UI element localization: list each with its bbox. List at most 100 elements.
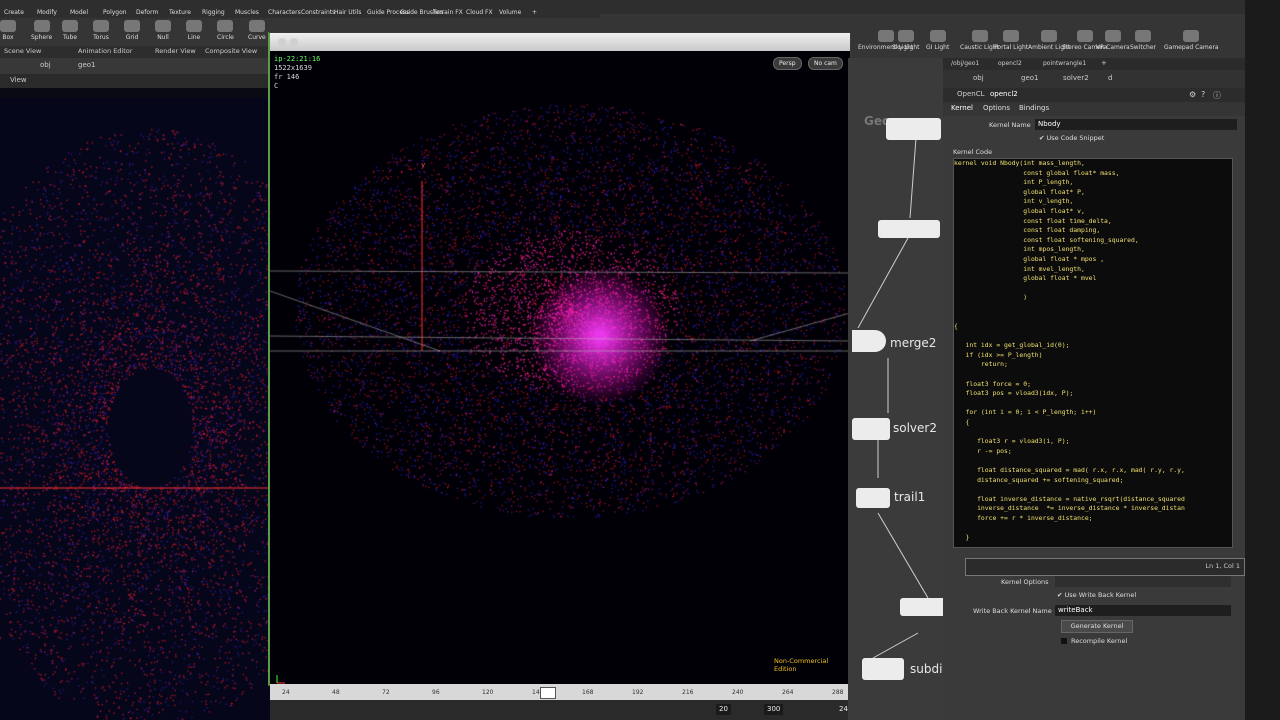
start-frame-field[interactable]: 20 [716, 704, 731, 715]
timeline-tick-label: 120 [482, 689, 494, 696]
shelf-tab-left-13[interactable]: Terrain FX [433, 9, 463, 16]
shelf-tool-right-1[interactable]: Sky Light [892, 30, 920, 51]
timeline-cursor[interactable] [540, 687, 556, 699]
node-name-field[interactable]: opencl2 [990, 90, 1018, 98]
shelf-tab-left-8[interactable]: Characters [268, 9, 301, 16]
tab-bindings[interactable]: Bindings [1019, 104, 1049, 112]
shelf-tool-left-6[interactable]: Line [186, 20, 202, 41]
tab-composite-view[interactable]: Composite View [205, 47, 257, 55]
kernel-name-field[interactable]: Nbody [1035, 119, 1237, 130]
floating-viewport-window: ip-22:21:16 1522x1639 fr 146 C Persp No … [268, 32, 851, 686]
main-particle-viewport[interactable] [270, 51, 850, 685]
tab-kernel[interactable]: Kernel [951, 104, 973, 112]
shelf-tool-right-icon [1135, 30, 1151, 42]
path-geo1[interactable]: geo1 [1021, 74, 1039, 82]
use-write-back-label: Use Write Back Kernel [1064, 591, 1137, 599]
shelf-tab-left-9[interactable]: Constraints [301, 9, 335, 16]
node-box-2[interactable] [878, 220, 940, 238]
left-particle-viewport[interactable] [0, 98, 270, 720]
shelf-tool-left-5[interactable]: Null [155, 20, 171, 41]
view-label: View [10, 76, 27, 84]
path-solver2[interactable]: solver2 [1063, 74, 1089, 82]
tab-animation-editor[interactable]: Animation Editor [78, 47, 132, 55]
shelf-tab-left-10[interactable]: Hair Utils [334, 9, 361, 16]
shelf-tool-left-icon [248, 20, 265, 32]
network-editor[interactable]: Geo merge2 solver2 trail1 subdivid [848, 58, 943, 720]
param-tab-opencl2[interactable]: opencl2 [998, 60, 1022, 67]
shelf-tab-left-7[interactable]: Muscles [235, 9, 259, 16]
shelf-tab-left-5[interactable]: Texture [169, 9, 191, 16]
node-box-6[interactable] [900, 598, 943, 616]
tab-options[interactable]: Options [983, 104, 1010, 112]
shelf-tool-left-8[interactable]: Curve [248, 20, 266, 41]
shelf-tool-right-9[interactable]: Gamepad Camera [1164, 30, 1219, 51]
shelf-tab-left-1[interactable]: Modify [37, 9, 57, 16]
shelf-tab-left-2[interactable]: Model [70, 9, 88, 16]
node-solver2[interactable] [852, 418, 890, 440]
write-back-name-field[interactable]: writeBack [1055, 605, 1231, 616]
recompile-kernel-label: Recompile Kernel [1071, 637, 1128, 645]
node-merge2[interactable] [852, 330, 886, 352]
shelf-tab-left-14[interactable]: Cloud FX [466, 9, 493, 16]
hud-extra: C [274, 82, 279, 90]
shelf-tool-left-4[interactable]: Grid [124, 20, 140, 41]
non-commercial-watermark: Non-Commercial Edition [774, 657, 829, 673]
shelf-tab-left-15[interactable]: Volume [499, 9, 521, 16]
tab-scene-view[interactable]: Scene View [4, 47, 41, 55]
persp-menu-button[interactable]: Persp [773, 57, 802, 70]
gear-icon[interactable]: ⚙ [1189, 90, 1196, 99]
end-frame-field[interactable]: 300 [764, 704, 784, 715]
window-titlebar[interactable] [270, 33, 850, 51]
info-icon[interactable]: ⓘ [1213, 90, 1221, 101]
path-d[interactable]: d [1108, 74, 1112, 82]
shelf-tab-left-6[interactable]: Rigging [202, 9, 225, 16]
window-minimize-button[interactable] [290, 38, 298, 46]
recompile-checkbox[interactable] [1061, 638, 1067, 644]
shelf-tool-right-icon [1076, 30, 1093, 42]
timeline-tick-label: 264 [782, 689, 794, 696]
node-merge2-label: merge2 [890, 336, 937, 350]
shelf-tool-left-7[interactable]: Circle [217, 20, 234, 41]
shelf-tool-right-8[interactable]: Switcher [1130, 30, 1156, 51]
shelf-tool-left-label: Circle [217, 34, 234, 41]
shelf-tool-right-7[interactable]: VR Camera [1096, 30, 1130, 51]
pane-tab-bar: Scene View Animation Editor Render View … [0, 46, 270, 58]
shelf-tool-right-icon [1003, 30, 1020, 42]
tab-render-view[interactable]: Render View [155, 47, 196, 55]
node-opencl[interactable] [886, 118, 941, 140]
window-close-button[interactable] [278, 38, 286, 46]
use-write-back-checkbox[interactable]: ✔ Use Write Back Kernel [1057, 591, 1136, 599]
monitor-edge [1245, 0, 1280, 720]
add-tab-button[interactable]: + [1101, 59, 1107, 67]
use-code-snippet-checkbox[interactable]: ✔ Use Code Snippet [1039, 134, 1104, 142]
shelf-tab-left-3[interactable]: Polygon [103, 9, 127, 16]
camera-menu-button[interactable]: No cam [808, 57, 843, 70]
kernel-code-label: Kernel Code [953, 148, 993, 156]
shelf-tool-right-4[interactable]: Portal Light [994, 30, 1028, 51]
shelf-tool-right-2[interactable]: GI Light [926, 30, 949, 51]
kernel-code-text[interactable]: kernel void Nbody(int mass_length, const… [954, 159, 1185, 543]
node-trail1[interactable] [856, 488, 890, 508]
generate-kernel-button[interactable]: Generate Kernel [1061, 620, 1133, 633]
param-tab-pointwrangle1[interactable]: pointwrangle1 [1043, 60, 1086, 67]
timeline-tick-label: 168 [582, 689, 594, 696]
kernel-code-editor[interactable]: kernel void Nbody(int mass_length, const… [953, 158, 1233, 548]
shelf-tool-left-label: Grid [125, 34, 139, 41]
shelf-tab-left-16[interactable]: + [532, 9, 537, 16]
shelf-tool-left-label: Null [157, 34, 169, 41]
path-obj[interactable]: obj [973, 74, 984, 82]
shelf-tool-left-0[interactable]: Box [0, 20, 16, 41]
node-subdivide[interactable] [862, 658, 904, 680]
axis-y-label: y [421, 161, 426, 169]
shelf-tool-left-3[interactable]: Torus [93, 20, 109, 41]
shelf-tab-left-4[interactable]: Deform [136, 9, 158, 16]
shelf-tab-left-0[interactable]: Create [4, 9, 24, 16]
shelf-tool-left-1[interactable]: Sphere [31, 20, 52, 41]
help-icon[interactable]: ? [1201, 90, 1205, 99]
path-geo1[interactable]: geo1 [78, 61, 96, 69]
kernel-options-separator [1055, 576, 1231, 587]
timeline-tick-label: 96 [432, 689, 440, 696]
path-obj[interactable]: obj [40, 61, 51, 69]
param-tab-geo1[interactable]: /obj/geo1 [951, 60, 979, 67]
shelf-tool-left-2[interactable]: Tube [62, 20, 78, 41]
